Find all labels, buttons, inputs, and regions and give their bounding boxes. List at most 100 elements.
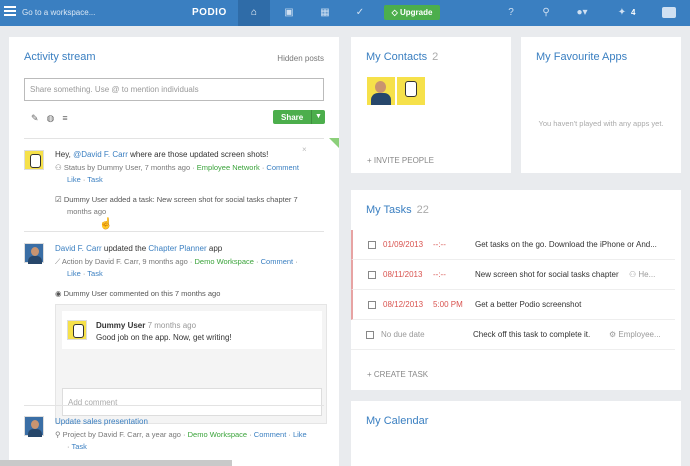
list-icon[interactable]: ≡: [62, 113, 67, 123]
comment-link[interactable]: Comment: [266, 163, 299, 172]
my-tasks-panel: My Tasks 22 01/09/2013 --:-- Get tasks on…: [351, 190, 681, 390]
task-checkbox[interactable]: [368, 301, 376, 309]
avatar[interactable]: [67, 320, 87, 340]
workspace-search-input[interactable]: Go to a workspace...: [22, 8, 95, 17]
like-link[interactable]: Like: [67, 269, 81, 278]
task-time: --:--: [433, 270, 446, 279]
task-assignee: ⚇ He...: [629, 270, 656, 279]
task-added-time: months ago: [67, 207, 107, 216]
task-row[interactable]: No due date Check off this task to compl…: [351, 320, 675, 350]
tasks-count: 22: [416, 204, 429, 216]
item-link[interactable]: Update sales presentation: [55, 417, 148, 426]
post-text: David F. Carr updated the Chapter Planne…: [55, 244, 223, 253]
notifications-icon[interactable]: ✦: [616, 7, 628, 19]
post-meta: ⚇ Status by Dummy User, 7 months ago · E…: [55, 163, 299, 172]
task-checkbox[interactable]: [366, 331, 374, 339]
menu-icon[interactable]: [4, 6, 16, 18]
calendar-icon[interactable]: ▦: [319, 7, 331, 19]
task-date: 01/09/2013: [383, 240, 424, 249]
share-button-label: Share: [281, 113, 304, 122]
my-calendar-panel: My Calendar: [351, 401, 681, 466]
contact-avatar[interactable]: [397, 77, 425, 105]
top-navigation-bar: Go to a workspace... PODIO ⌂ ▣ ▦ ✓ ◇ Upg…: [0, 0, 690, 26]
task-row[interactable]: 08/11/2013 --:-- New screen shot for soc…: [351, 260, 675, 290]
workspace-link[interactable]: Employee Network: [197, 163, 260, 172]
task-link[interactable]: Task: [87, 269, 102, 278]
calendar-title: My Calendar: [366, 415, 429, 427]
apps-icon[interactable]: ▣: [283, 7, 295, 19]
task-title[interactable]: Check off this task to complete it.: [473, 330, 590, 339]
task-title[interactable]: Get a better Podio screenshot: [475, 300, 581, 309]
add-comment-input[interactable]: Add comment: [62, 388, 322, 416]
help-icon[interactable]: ?: [505, 7, 517, 19]
close-icon[interactable]: ×: [302, 145, 307, 154]
horizontal-scrollbar[interactable]: [0, 460, 232, 466]
globe-icon[interactable]: ◍: [47, 113, 55, 123]
author-link[interactable]: David F. Carr: [55, 244, 102, 253]
post-actions: Like · Task: [67, 269, 103, 278]
comment-thread: Dummy User 7 months ago Good job on the …: [55, 304, 327, 424]
search-icon[interactable]: ⚲: [540, 7, 552, 19]
tasks-check-icon[interactable]: ✓: [354, 7, 366, 19]
workspace-link[interactable]: Demo Workspace: [194, 257, 253, 266]
task-checkbox[interactable]: [368, 241, 376, 249]
post-meta: ⟋ Action by David F. Carr, 9 months ago …: [55, 257, 298, 266]
post-actions: · Task: [67, 442, 87, 451]
divider: [24, 231, 324, 232]
workspace-link[interactable]: Demo Workspace: [188, 430, 247, 439]
share-button[interactable]: Share ▼: [273, 110, 325, 124]
avatar[interactable]: [24, 150, 44, 170]
task-date: 08/12/2013: [383, 300, 424, 309]
task-date: 08/11/2013: [383, 270, 423, 279]
favourite-apps-title: My Favourite Apps: [536, 51, 628, 63]
hidden-posts-link[interactable]: Hidden posts: [277, 54, 324, 63]
task-workspace: ⚙ Employee...: [609, 330, 661, 339]
task-time: 5:00 PM: [433, 300, 463, 309]
activity-stream-title: Activity stream: [24, 51, 96, 63]
contact-avatar[interactable]: [367, 77, 395, 105]
task-date: No due date: [381, 330, 425, 339]
user-menu-icon[interactable]: ●▾: [576, 7, 588, 19]
task-added-note: ☑ Dummy User added a task: New screen sh…: [55, 195, 298, 204]
home-icon[interactable]: ⌂: [248, 7, 260, 19]
like-link[interactable]: Like: [67, 175, 81, 184]
contacts-title: My Contacts 2: [366, 51, 439, 63]
chevron-down-icon[interactable]: ▼: [311, 110, 325, 124]
attach-icon[interactable]: ✎: [31, 113, 39, 123]
share-input[interactable]: Share something. Use @ to mention indivi…: [24, 78, 324, 101]
post-title: Update sales presentation: [55, 417, 148, 426]
post-actions: Like · Task: [67, 175, 103, 184]
my-contacts-panel: My Contacts 2 + INVITE PEOPLE: [351, 37, 511, 173]
mouse-cursor-icon: ☝: [99, 218, 113, 230]
app-link[interactable]: Chapter Planner: [148, 244, 206, 253]
like-link[interactable]: Like: [293, 430, 307, 439]
comment-text: Good job on the app. Now, get writing!: [96, 333, 232, 342]
create-task-link[interactable]: + CREATE TASK: [367, 370, 428, 379]
task-link[interactable]: Task: [87, 175, 102, 184]
favourite-apps-empty-message: You haven't played with any apps yet.: [538, 119, 664, 128]
avatar[interactable]: [24, 416, 44, 437]
task-checkbox[interactable]: [368, 271, 376, 279]
task-row[interactable]: 08/12/2013 5:00 PM Get a better Podio sc…: [351, 290, 675, 320]
post-text: Hey, @David F. Carr where are those upda…: [55, 150, 269, 159]
avatar[interactable]: [24, 243, 44, 264]
task-link[interactable]: Task: [71, 442, 86, 451]
new-post-corner: [329, 138, 339, 148]
comment-link[interactable]: Comment: [254, 430, 287, 439]
task-row[interactable]: 01/09/2013 --:-- Get tasks on the go. Do…: [351, 230, 675, 260]
favourite-apps-panel: My Favourite Apps You haven't played wit…: [521, 37, 681, 173]
task-title[interactable]: Get tasks on the go. Download the iPhone…: [475, 240, 657, 249]
task-title[interactable]: New screen shot for social tasks chapter: [475, 270, 619, 279]
activity-stream-panel: Activity stream Hidden posts Share somet…: [9, 37, 339, 466]
notifications-count[interactable]: 4: [631, 8, 635, 17]
divider: [24, 138, 324, 139]
podio-logo[interactable]: PODIO: [192, 7, 227, 18]
comment: Dummy User 7 months ago Good job on the …: [62, 311, 322, 349]
chat-icon[interactable]: [662, 7, 676, 18]
comment-time: 7 months ago: [147, 321, 197, 330]
invite-people-link[interactable]: + INVITE PEOPLE: [367, 156, 434, 165]
post-meta: ⚲ Project by David F. Carr, a year ago ·…: [55, 430, 307, 439]
upgrade-button[interactable]: ◇ Upgrade: [384, 5, 440, 20]
comment-link[interactable]: Comment: [261, 257, 294, 266]
mention-link[interactable]: @David F. Carr: [73, 150, 128, 159]
